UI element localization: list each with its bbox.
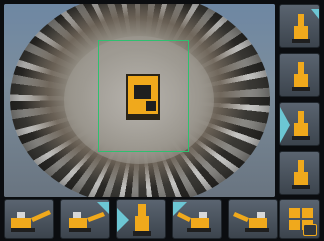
- camera-view-button-4[interactable]: [279, 151, 320, 195]
- switch-badge-icon: [303, 224, 317, 236]
- windows-pane-3: [289, 220, 300, 230]
- camera-rear-left-icon: [173, 202, 211, 232]
- windows-button[interactable]: [279, 199, 320, 239]
- camera-view-button-3[interactable]: [279, 102, 320, 146]
- machine-engine-hatch: [146, 101, 156, 111]
- camera-view-button-1[interactable]: [279, 4, 320, 48]
- bottom-camera-button-3[interactable]: [116, 199, 166, 239]
- camera-front-right-icon: [292, 9, 319, 43]
- camera-left-side-icon: [11, 210, 51, 232]
- camera-left-angle-icon: [69, 202, 109, 232]
- machine-top-view-icon: [126, 74, 160, 120]
- surround-camera-view[interactable]: [4, 4, 275, 197]
- bottom-camera-button-4[interactable]: [172, 199, 222, 239]
- camera-side-icon: [233, 212, 269, 232]
- windows-pane-2: [302, 208, 313, 218]
- bottom-camera-button-2[interactable]: [60, 199, 110, 239]
- windows-pane-1: [289, 208, 300, 218]
- right-camera-sidebar: [279, 4, 320, 197]
- camera-rear-icon: [280, 107, 310, 143]
- camera-right-icon: [292, 62, 310, 91]
- surround-view-screen: [0, 0, 324, 241]
- machine-rear-stripe: [126, 114, 160, 120]
- machine-cab: [134, 85, 151, 99]
- camera-view-button-2[interactable]: [279, 53, 320, 97]
- camera-overhead-icon: [292, 160, 310, 189]
- bottom-camera-button-5[interactable]: [228, 199, 278, 239]
- camera-top-icon: [117, 204, 151, 236]
- bottom-camera-bar: [4, 199, 320, 239]
- bottom-camera-button-1[interactable]: [4, 199, 54, 239]
